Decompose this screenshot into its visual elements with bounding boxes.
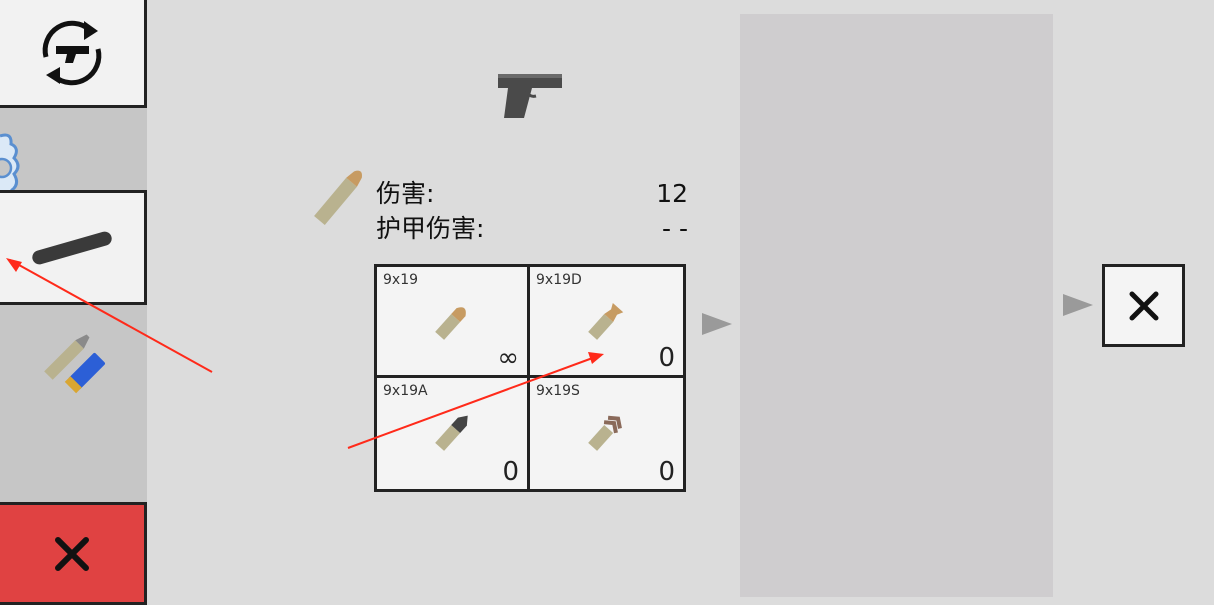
stats-panel: 伤害: 12 护甲伤害: - - [376, 176, 688, 246]
close-icon [55, 536, 89, 571]
armor-damage-value: - - [662, 214, 688, 243]
arrow-right-icon [702, 313, 732, 335]
ammo-count: 0 [658, 457, 675, 487]
ammo-name: 9x19S [536, 383, 580, 399]
damage-label: 伤害: [376, 179, 435, 208]
bullet-fmj-icon [435, 307, 466, 340]
close-panel-button[interactable] [1102, 264, 1185, 347]
sidebar [0, 0, 150, 605]
ammo-cell-9x19[interactable]: 9x19 ∞ [377, 267, 530, 378]
close-icon [1129, 291, 1158, 320]
close-button[interactable] [0, 502, 147, 605]
bullet-ap-icon [435, 415, 468, 451]
arrow-right-icon [1063, 294, 1093, 316]
bullet-hollow-icon [588, 302, 624, 340]
bullet-shredder-icon [588, 415, 622, 451]
silencer-icon [32, 231, 112, 264]
ammo-count: 0 [502, 457, 519, 487]
ammo-icon [43, 334, 105, 394]
ammo-count: 0 [658, 343, 675, 373]
gear-button[interactable] [0, 108, 147, 202]
ammo-name: 9x19A [383, 383, 428, 399]
ammo-name: 9x19 [383, 272, 419, 288]
damage-row: 伤害: 12 [376, 176, 688, 211]
armor-damage-label: 护甲伤害: [376, 214, 485, 243]
damage-value: 12 [656, 179, 688, 208]
ammo-cell-9x19d[interactable]: 9x19D 0 [530, 267, 683, 378]
ammo-grid: 9x19 ∞ 9x19D 0 9x19A 0 9x19S 0 [374, 264, 686, 492]
swap-weapon-button[interactable] [0, 0, 147, 108]
empty-slot [0, 415, 147, 502]
attachment-panel [740, 14, 1053, 597]
ammo-count: ∞ [497, 343, 519, 373]
ammo-cell-9x19s[interactable]: 9x19S 0 [530, 378, 683, 489]
ammo-button[interactable] [0, 305, 147, 415]
pistol-icon [498, 74, 562, 118]
swap-weapon-icon [42, 20, 102, 85]
ammo-cell-9x19a[interactable]: 9x19A 0 [377, 378, 530, 489]
silencer-button[interactable] [0, 190, 147, 305]
ammo-name: 9x19D [536, 272, 582, 288]
bullet-icon [314, 170, 362, 226]
armor-damage-row: 护甲伤害: - - [376, 211, 688, 246]
